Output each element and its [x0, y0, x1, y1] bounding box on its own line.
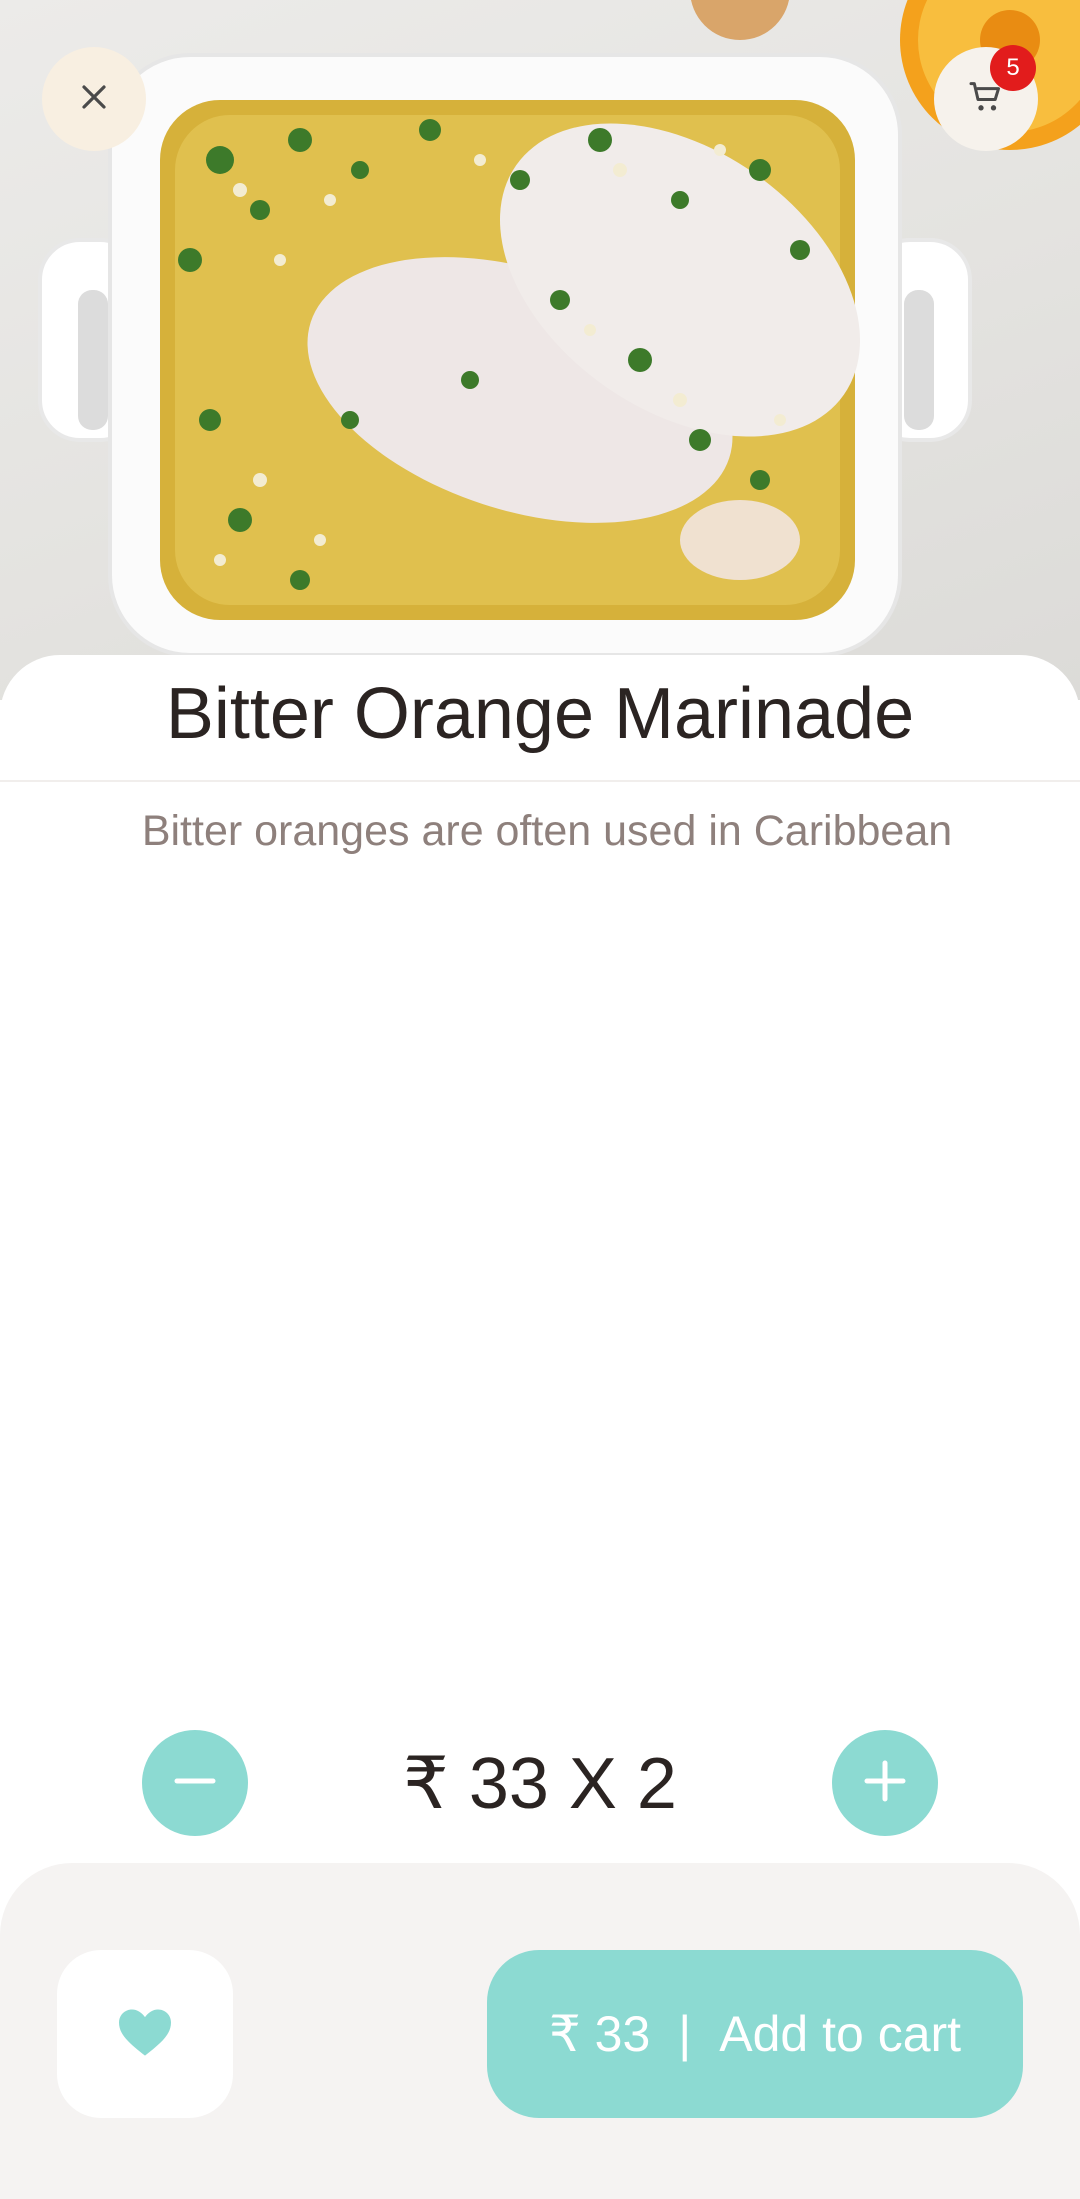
product-image	[0, 0, 1080, 700]
plus-icon	[863, 1759, 907, 1808]
close-icon	[80, 83, 108, 116]
product-description: Bitter oranges are often used in Caribbe…	[141, 807, 953, 855]
add-to-cart-separator: |	[678, 2006, 692, 2062]
product-title: Bitter Orange Marinade	[165, 674, 915, 754]
cart-count-badge: 5	[990, 45, 1036, 91]
add-to-cart-price: ₹ 33	[548, 2006, 651, 2062]
decrease-quantity-button[interactable]	[142, 1730, 248, 1836]
increase-quantity-button[interactable]	[832, 1730, 938, 1836]
quantity-display: ₹ 33 X 2	[403, 1744, 677, 1824]
add-to-cart-label: Add to cart	[719, 2006, 962, 2062]
divider	[0, 780, 1080, 782]
add-to-cart-button[interactable]: ₹ 33 | Add to cart	[487, 1950, 1023, 2118]
heart-icon	[116, 2006, 174, 2063]
minus-icon	[173, 1759, 217, 1808]
close-button[interactable]	[42, 47, 146, 151]
favorite-button[interactable]	[57, 1950, 233, 2118]
